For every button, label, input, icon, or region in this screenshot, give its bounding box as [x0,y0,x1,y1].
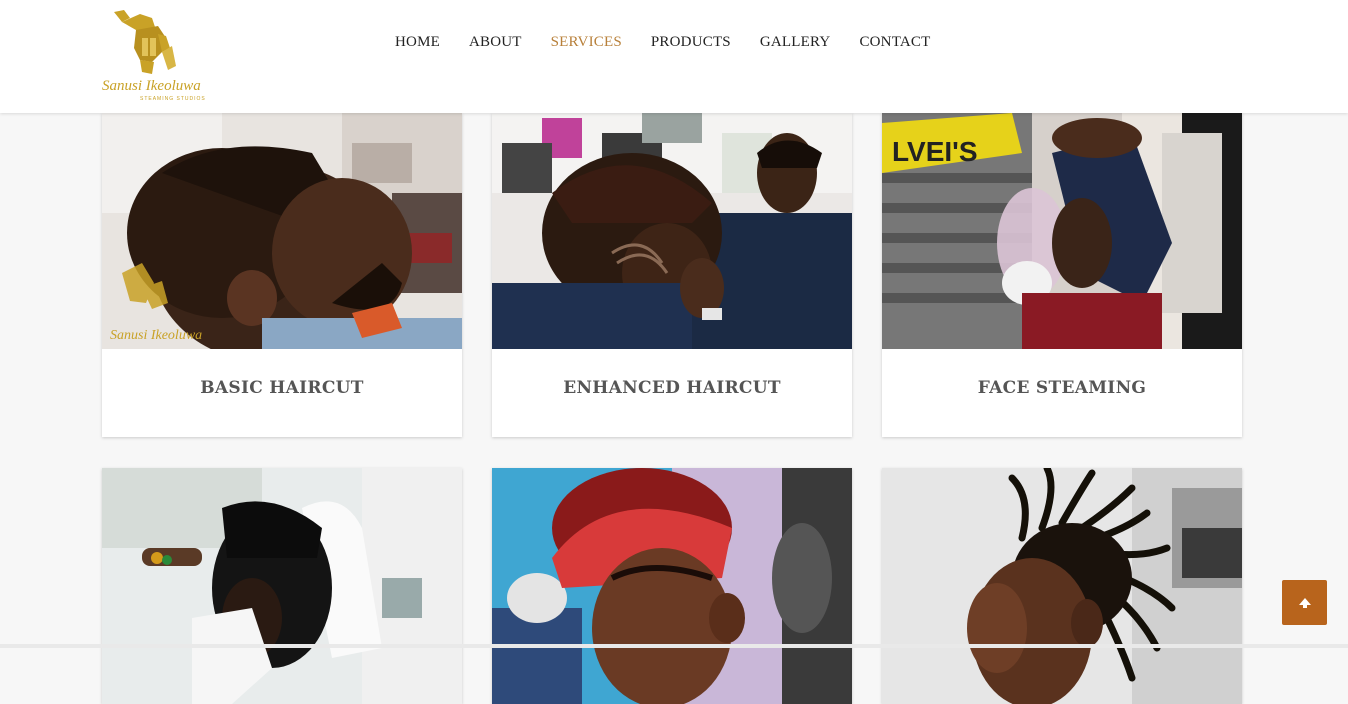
service-card-face-steaming[interactable]: LVEI'S FACE STEAMING [882,113,1242,437]
service-photo[interactable]: Sanusi Ikeoluwa [102,113,462,349]
service-card-4[interactable] [102,468,462,704]
service-card-enhanced-haircut[interactable]: ENHANCED HAIRCUT [492,113,852,437]
service-photo[interactable] [492,468,852,704]
service-card-5[interactable] [492,468,852,704]
photo-watermark: Sanusi Ikeoluwa [110,328,202,343]
service-title: ENHANCED HAIRCUT [563,378,781,398]
scroll-to-top-button[interactable] [1282,580,1327,625]
service-photo[interactable]: LVEI'S [882,113,1242,349]
site-header: Sanusi Ikeoluwa STEAMING STUDIOS HOME AB… [0,0,1348,113]
nav-products[interactable]: PRODUCTS [651,32,731,52]
nav-about[interactable]: ABOUT [469,32,522,52]
nav-home[interactable]: HOME [395,32,440,52]
nav-services[interactable]: SERVICES [551,32,622,52]
service-card-basic-haircut[interactable]: Sanusi Ikeoluwa BASIC HAIRCUT [102,113,462,437]
main-nav: HOME ABOUT SERVICES PRODUCTS GALLERY CON… [395,32,959,52]
page-bottom-divider [0,644,1348,648]
service-card-6[interactable] [882,468,1242,704]
service-photo[interactable] [102,468,462,704]
brand-logo[interactable]: Sanusi Ikeoluwa STEAMING STUDIOS [100,8,208,104]
nav-gallery[interactable]: GALLERY [760,32,831,52]
arrow-up-icon [1298,597,1311,608]
logo-text: Sanusi Ikeoluwa [102,78,201,94]
service-photo[interactable] [882,468,1242,704]
logo-subtext: STEAMING STUDIOS [140,96,206,102]
service-title: BASIC HAIRCUT [200,378,364,398]
shirt-text: LVEI'S [892,136,978,167]
nav-contact[interactable]: CONTACT [859,32,930,52]
service-photo[interactable] [492,113,852,349]
service-title: FACE STEAMING [977,378,1147,398]
